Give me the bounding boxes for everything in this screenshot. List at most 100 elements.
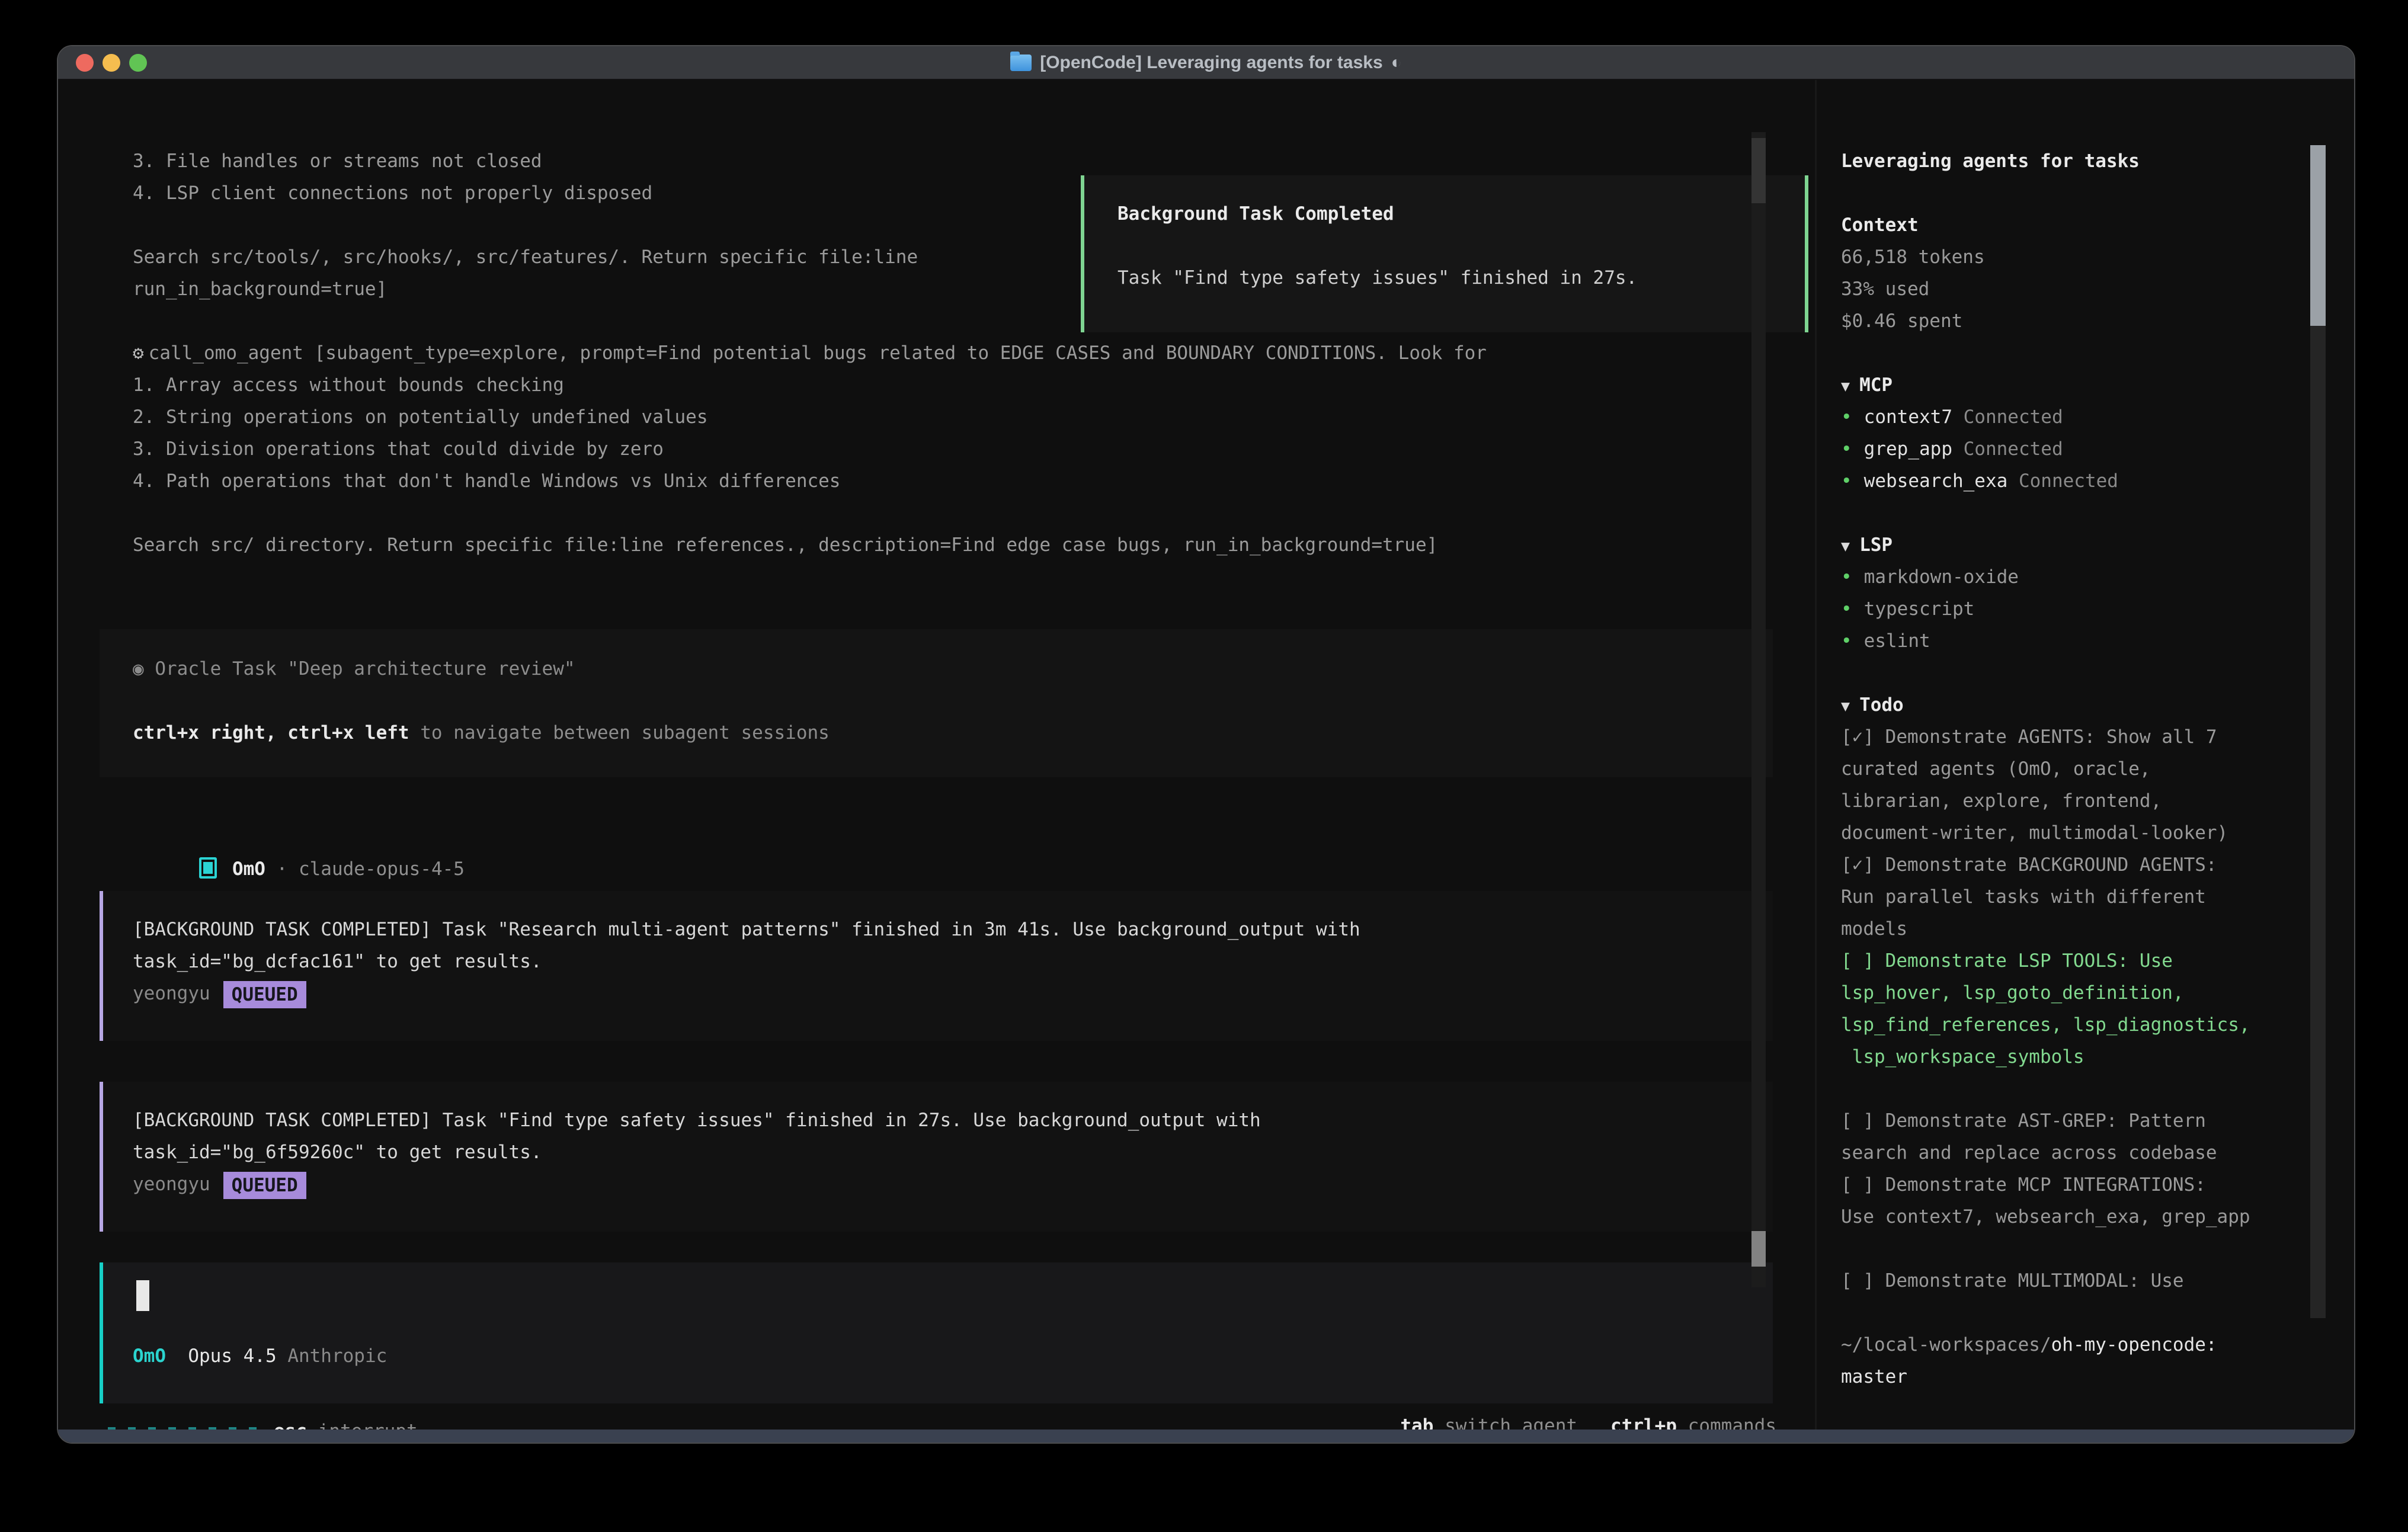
todo-line-done: [✓] Demonstrate BACKGROUND AGENTS:	[1841, 849, 2315, 881]
background-task-message: [BACKGROUND TASK COMPLETED] Task "Find t…	[100, 1082, 1773, 1232]
item-name: grep_app	[1864, 438, 1952, 460]
todo-line-done: curated agents (OmO, oracle,	[1841, 753, 2315, 785]
scrollback-text: run_in_background=true]	[133, 278, 387, 300]
task-message-line: [BACKGROUND TASK COMPLETED] Task "Resear…	[133, 919, 1360, 940]
context-header: Context	[1841, 214, 1919, 236]
text-line	[133, 497, 1768, 529]
notification-title: Background Task Completed	[1117, 198, 1805, 230]
text-line: 33% used	[1841, 273, 2315, 305]
app-window: [OpenCode] Leveraging agents for tasks ◐…	[57, 45, 2355, 1444]
queued-badge: QUEUED	[223, 1172, 306, 1199]
scrollback-text: 3. Division operations that could divide…	[133, 438, 664, 460]
chevron-down-icon: ▼	[1841, 377, 1850, 395]
window-title: [OpenCode] Leveraging agents for tasks	[1040, 53, 1382, 73]
agent-model: claude-opus-4-5	[299, 858, 465, 880]
input-agent-label: OmO	[133, 1345, 166, 1367]
workspace-path: ~/local-workspaces/oh-my-opencode:	[1841, 1329, 2315, 1361]
scrollback-text: 2. String operations on potentially unde…	[133, 406, 708, 428]
bullet-icon: •	[1841, 438, 1852, 460]
bullet-icon: •	[1841, 566, 1852, 588]
agent-separator: ·	[265, 858, 299, 880]
input-provider-label: Anthropic	[287, 1345, 387, 1367]
sidebar: Leveraging agents for tasks Context 66,51…	[1841, 145, 2315, 1444]
item-status: Connected	[1952, 406, 2063, 428]
sidebar-scrollbar-thumb[interactable]	[2310, 145, 2326, 326]
minimize-button[interactable]	[103, 54, 120, 72]
oracle-task-title: ◉ Oracle Task "Deep architecture review"	[133, 653, 1773, 685]
sidebar-title: Leveraging agents for tasks	[1841, 150, 2140, 172]
todo-line-active: [ ] Demonstrate LSP TOOLS: Use	[1841, 945, 2315, 977]
todo-line-pending: [ ] Demonstrate MULTIMODAL: Use	[1841, 1265, 2315, 1297]
todo-line-active: lsp_workspace_symbols	[1841, 1041, 2315, 1073]
bullet-icon: •	[1841, 598, 1852, 620]
sidebar-item: •eslint	[1841, 625, 2315, 657]
section-header-todo[interactable]: ▼Todo	[1841, 689, 2315, 721]
task-message-line: [BACKGROUND TASK COMPLETED] Task "Find t…	[133, 1110, 1261, 1131]
main-scrollbar-thumb[interactable]	[1751, 1231, 1766, 1267]
task-message-line: task_id="bg_6f59260c" to get results.	[133, 1142, 542, 1163]
text-line: task_id="bg_6f59260c" to get results.	[133, 1136, 1773, 1168]
bullet-icon: •	[1841, 406, 1852, 428]
text-cursor	[136, 1280, 149, 1311]
text-line	[1841, 1393, 2315, 1425]
content-area: 3. File handles or streams not closed 4. …	[58, 80, 2354, 1432]
text-line: [BACKGROUND TASK COMPLETED] Task "Resear…	[133, 914, 1773, 946]
text-line	[1841, 337, 2315, 369]
bullet-icon: •	[1841, 470, 1852, 492]
titlebar: [OpenCode] Leveraging agents for tasks ◐	[58, 46, 2354, 79]
todo-line-done: [✓] Demonstrate AGENTS: Show all 7	[1841, 721, 2315, 753]
queued-badge: QUEUED	[223, 981, 306, 1008]
close-button[interactable]	[76, 54, 94, 72]
context-row: 66,518 tokens	[1841, 246, 1985, 268]
oracle-task-hint: ctrl+x right, ctrl+x left to navigate be…	[133, 717, 1773, 749]
folder-icon	[1010, 55, 1032, 71]
text-line: $0.46 spent	[1841, 305, 2315, 337]
main-scrollbar-thumb-top[interactable]	[1751, 138, 1766, 203]
chevron-down-icon: ▼	[1841, 537, 1850, 555]
task-message-line: task_id="bg_dcfac161" to get results.	[133, 951, 542, 972]
chevron-down-icon: ▼	[1841, 697, 1850, 714]
todo-line-done: librarian, explore, frontend,	[1841, 785, 2315, 817]
text-line: 1. Array access without bounds checking	[133, 369, 1768, 401]
text-line: yeongyuQUEUED	[133, 1168, 1773, 1200]
workspace-path-prefix: ~/local-workspaces/	[1841, 1334, 2051, 1355]
scrollback-text: 4. LSP client connections not properly d…	[133, 182, 652, 204]
agent-icon	[199, 857, 217, 879]
item-name: markdown-oxide	[1864, 566, 2019, 588]
main-scrollbar[interactable]	[1751, 132, 1766, 1287]
sidebar-scrollbar[interactable]	[2310, 145, 2326, 1318]
sidebar-item: • markdown-oxide	[1841, 561, 2315, 593]
todo-line-active: lsp_hover, lsp_goto_definition,	[1841, 977, 2315, 1009]
text-line	[1841, 497, 2315, 529]
item-name: websearch_exa	[1864, 470, 2008, 492]
todo-line-pending: [ ] Demonstrate MCP INTEGRATIONS:	[1841, 1169, 2315, 1201]
section-header-lsp[interactable]: ▼ LSP	[1841, 529, 2315, 561]
shortcut-keys: ctrl+x right, ctrl+x left	[133, 722, 409, 743]
todo-line-active: lsp_find_references, lsp_diagnostics,	[1841, 1009, 2315, 1041]
item-name: context7	[1864, 406, 1952, 428]
maximize-button[interactable]	[129, 54, 147, 72]
input-meta: OmO Opus 4.5 Anthropic	[133, 1345, 387, 1367]
agent-name: OmO	[232, 858, 265, 880]
todo-line-done: Run parallel tasks with different	[1841, 881, 2315, 913]
record-icon: ◉	[133, 658, 144, 680]
text-line: yeongyuQUEUED	[133, 977, 1773, 1009]
section-header-label: LSP	[1859, 534, 1893, 556]
text-line: 3. Division operations that could divide…	[133, 433, 1768, 465]
sidebar-item: • context7 Connected	[1841, 401, 2315, 433]
prompt-input[interactable]: OmO Opus 4.5 Anthropic	[100, 1262, 1773, 1403]
todo-line-done: models	[1841, 913, 2315, 945]
text-line: 4. Path operations that don't handle Win…	[133, 465, 1768, 497]
scrollback-text: Search src/ directory. Return specific f…	[133, 534, 1437, 556]
item-name: typescript	[1864, 598, 1975, 620]
sidebar-item: •grep_app Connected	[1841, 433, 2315, 465]
session-state-icon: ◐	[1391, 53, 1402, 73]
section-header-mcp[interactable]: ▼MCP	[1841, 369, 2315, 401]
todo-line-pending: [ ] Demonstrate AST-GREP: Pattern	[1841, 1105, 2315, 1137]
workspace-path-name: oh-my-opencode:	[2051, 1334, 2217, 1355]
text-line	[1841, 657, 2315, 689]
panel-divider	[1815, 80, 1817, 1432]
text-line: 3. File handles or streams not closed	[133, 145, 1768, 177]
text-line	[1841, 1297, 2315, 1329]
sidebar-item: • typescript	[1841, 593, 2315, 625]
